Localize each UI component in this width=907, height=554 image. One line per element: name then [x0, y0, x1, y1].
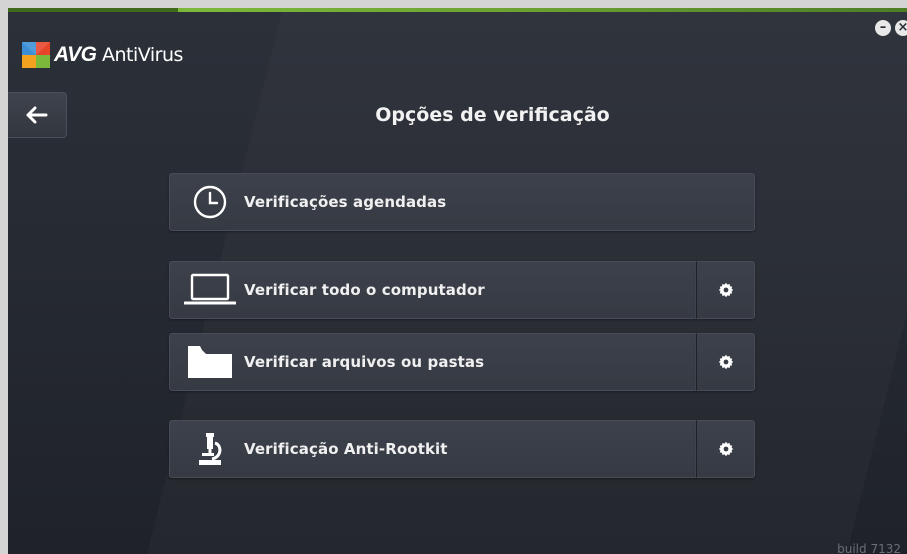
folder-icon [184, 342, 236, 382]
scheduled-scans-label: Verificações agendadas [244, 193, 447, 211]
scan-option-scheduled: Verificações agendadas [169, 173, 755, 231]
scan-whole-computer-label: Verificar todo o computador [244, 281, 485, 299]
scan-option-files-folders: Verificar arquivos ou pastas [169, 333, 755, 391]
close-button[interactable]: × [895, 20, 907, 36]
scan-files-folders-label: Verificar arquivos ou pastas [244, 353, 485, 371]
gear-icon [718, 354, 733, 370]
scheduled-scans-button[interactable]: Verificações agendadas [169, 173, 755, 231]
clock-icon [184, 182, 236, 222]
microscope-icon [184, 429, 236, 469]
whole-computer-settings-button[interactable] [696, 261, 755, 319]
laptop-icon [184, 270, 236, 310]
anti-rootkit-scan-button[interactable]: Verificação Anti-Rootkit [169, 420, 696, 478]
build-number: build 7132 [837, 542, 901, 554]
files-folders-settings-button[interactable] [696, 333, 755, 391]
gear-icon [718, 282, 733, 298]
minimize-button[interactable]: – [875, 20, 891, 36]
scan-whole-computer-button[interactable]: Verificar todo o computador [169, 261, 696, 319]
scan-option-anti-rootkit: Verificação Anti-Rootkit [169, 420, 755, 478]
avg-window: AVG AntiVirus – × Opções de verificação … [8, 8, 907, 554]
app-title: AVG AntiVirus [54, 43, 183, 66]
app-logo: AVG AntiVirus [22, 42, 183, 68]
scan-option-whole-computer: Verificar todo o computador [169, 261, 755, 319]
anti-rootkit-scan-label: Verificação Anti-Rootkit [244, 440, 448, 458]
window-controls: – × [875, 20, 907, 36]
top-accent-strip [8, 8, 907, 12]
anti-rootkit-settings-button[interactable] [696, 420, 755, 478]
scan-files-folders-button[interactable]: Verificar arquivos ou pastas [169, 333, 696, 391]
page-title: Opções de verificação [375, 104, 610, 126]
avg-logo-icon [22, 42, 50, 68]
gear-icon [718, 441, 733, 457]
